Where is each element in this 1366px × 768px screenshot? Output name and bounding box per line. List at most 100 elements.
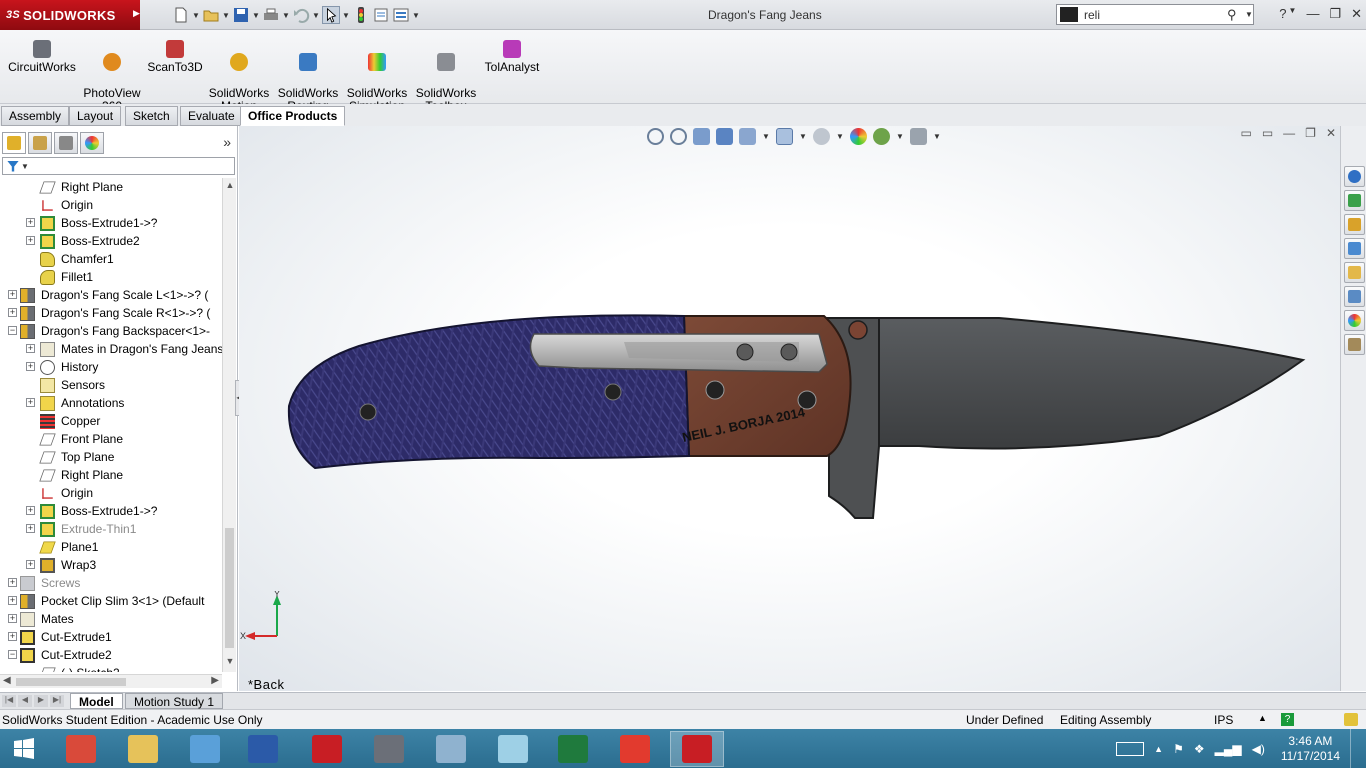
tray-overflow-icon[interactable]: ▲	[1154, 744, 1163, 754]
expand-icon[interactable]: +	[26, 524, 35, 533]
file-properties-icon[interactable]	[372, 6, 390, 24]
viewport-link-icon[interactable]: ▭	[1262, 126, 1273, 140]
knife-model[interactable]: NEIL J. BORJA 2014	[279, 306, 1309, 536]
tree-item[interactable]: Right Plane	[0, 466, 222, 484]
tree-filter[interactable]: ▼	[2, 157, 235, 175]
new-document-icon[interactable]	[172, 6, 190, 24]
configurationmanager-tab[interactable]	[54, 132, 78, 154]
undo-dropdown-icon[interactable]: ▼	[312, 11, 320, 20]
tree-item[interactable]: + Boss-Extrude1->?	[0, 214, 222, 232]
tree-item[interactable]: Chamfer1	[0, 250, 222, 268]
expand-icon[interactable]: +	[26, 362, 35, 371]
logo-flyout-arrow-icon[interactable]: ▶	[133, 8, 140, 19]
select-cursor-icon[interactable]	[322, 6, 340, 24]
tree-item[interactable]: (-) Sketch2	[0, 664, 222, 672]
scroll-right-icon[interactable]: ▶	[211, 675, 219, 686]
tree-item[interactable]: + Cut-Extrude1	[0, 628, 222, 646]
minimize-button[interactable]: —	[1306, 6, 1319, 22]
tree-item[interactable]: + Boss-Extrude1->?	[0, 502, 222, 520]
search-magnifier-icon[interactable]: ⚲	[1227, 7, 1243, 23]
action-center-flag-icon[interactable]: ⚑	[1173, 742, 1184, 756]
tree-item[interactable]: Top Plane	[0, 448, 222, 466]
tree-item[interactable]: + History	[0, 358, 222, 376]
expand-icon[interactable]: +	[26, 218, 35, 227]
last-tab-icon[interactable]: ▶|	[50, 695, 64, 707]
options-icon[interactable]	[392, 6, 410, 24]
tab-assembly[interactable]: Assembly	[1, 106, 70, 126]
options-dropdown-icon[interactable]: ▼	[412, 11, 420, 20]
viewport-close-button[interactable]: ✕	[1326, 126, 1336, 140]
tree-item[interactable]: Origin	[0, 196, 222, 214]
hide-show-dropdown-icon[interactable]: ▼	[836, 132, 844, 141]
units-status[interactable]: IPS	[1214, 713, 1233, 727]
collapse-icon[interactable]: −	[8, 650, 17, 659]
units-dropdown-icon[interactable]: ▲	[1258, 713, 1267, 723]
solidworks-resources-tab[interactable]	[1344, 166, 1365, 187]
taskbar-app-button[interactable]	[116, 731, 170, 767]
featuremanager-tab[interactable]	[2, 132, 26, 154]
tree-item[interactable]: Copper	[0, 412, 222, 430]
keyboard-icon[interactable]	[1116, 741, 1145, 756]
apply-scene-icon[interactable]	[873, 127, 890, 145]
tree-item[interactable]: + Boss-Extrude2	[0, 232, 222, 250]
more-tabs-chevron-icon[interactable]: »	[223, 134, 231, 150]
help-status-icon[interactable]: ?	[1281, 713, 1294, 726]
print-dropdown-icon[interactable]: ▼	[282, 11, 290, 20]
tree-item[interactable]: + Screws	[0, 574, 222, 592]
help-dropdown-icon[interactable]: ▼	[1288, 6, 1296, 22]
tree-item[interactable]: + Dragon's Fang Scale R<1>->? (	[0, 304, 222, 322]
scroll-thumb-horizontal[interactable]	[16, 678, 126, 686]
first-tab-icon[interactable]: |◀	[2, 695, 16, 707]
previous-view-icon[interactable]	[693, 127, 710, 145]
circuitworks-button[interactable]: CircuitWorks	[8, 40, 76, 74]
new-dropdown-icon[interactable]: ▼	[192, 11, 200, 20]
expand-icon[interactable]: +	[26, 560, 35, 569]
tag-icon[interactable]	[1344, 713, 1358, 726]
view-palette-tab[interactable]	[1344, 238, 1365, 259]
tree-item[interactable]: Front Plane	[0, 430, 222, 448]
close-button[interactable]: ✕	[1351, 6, 1362, 22]
tree-horizontal-scrollbar[interactable]: ◀ ▶	[0, 674, 222, 688]
expand-icon[interactable]: +	[8, 578, 17, 587]
hide-show-items-icon[interactable]	[813, 127, 830, 145]
search-input[interactable]: reli	[1084, 8, 1227, 22]
next-tab-icon[interactable]: ▶	[34, 695, 48, 707]
scroll-thumb[interactable]	[225, 528, 234, 648]
start-button[interactable]	[0, 731, 48, 767]
taskbar-app-button[interactable]	[300, 731, 354, 767]
search-tab[interactable]	[1344, 262, 1365, 283]
tab-layout[interactable]: Layout	[69, 106, 122, 126]
expand-icon[interactable]: +	[26, 398, 35, 407]
display-style-dropdown-icon[interactable]: ▼	[799, 132, 807, 141]
custom-properties-tab[interactable]	[1344, 334, 1365, 355]
scene-dropdown-icon[interactable]: ▼	[896, 132, 904, 141]
scenes-tab[interactable]	[1344, 310, 1365, 331]
taskbar-app-button[interactable]	[608, 731, 662, 767]
select-dropdown-icon[interactable]: ▼	[342, 11, 350, 20]
show-desktop-button[interactable]	[1350, 729, 1358, 768]
tree-item[interactable]: + Dragon's Fang Scale L<1>->? (	[0, 286, 222, 304]
view-orientation-icon[interactable]	[776, 127, 793, 145]
view-orientation-dropdown-icon[interactable]: ▼	[762, 132, 770, 141]
scroll-down-icon[interactable]: ▼	[223, 656, 237, 670]
tab-sketch[interactable]: Sketch	[125, 106, 178, 126]
edit-mode-status[interactable]: Editing Assembly	[1060, 713, 1151, 727]
file-explorer-tab[interactable]	[1344, 214, 1365, 235]
search-box[interactable]: reli ⚲ ▼	[1056, 4, 1254, 25]
taskbar-app-button[interactable]	[670, 731, 724, 767]
rebuild-traffic-light-icon[interactable]	[352, 6, 370, 24]
edit-appearance-icon[interactable]	[850, 127, 867, 145]
expand-icon[interactable]: +	[26, 506, 35, 515]
section-view-icon[interactable]	[716, 127, 733, 145]
tree-item[interactable]: + Mates	[0, 610, 222, 628]
tree-item[interactable]: + Annotations	[0, 394, 222, 412]
taskbar-app-button[interactable]	[486, 731, 540, 767]
view-settings-icon[interactable]	[910, 127, 927, 145]
expand-icon[interactable]: +	[8, 308, 17, 317]
expand-icon[interactable]: +	[26, 236, 35, 245]
tree-item[interactable]: Plane1	[0, 538, 222, 556]
command-search-icon[interactable]	[1060, 7, 1078, 22]
viewport-restore-button[interactable]: ❐	[1305, 126, 1316, 140]
expand-icon[interactable]: +	[8, 596, 17, 605]
help-icon[interactable]: ?	[1279, 6, 1286, 22]
